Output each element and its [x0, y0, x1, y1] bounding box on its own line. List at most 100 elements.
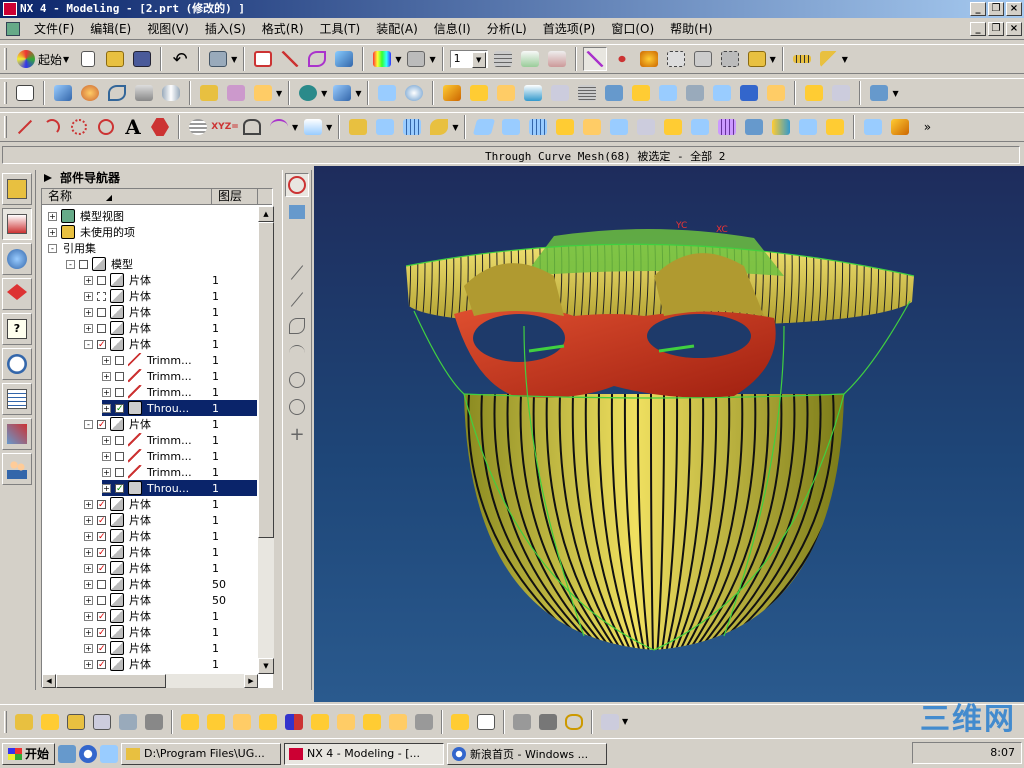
tree-row[interactable]: + ✓ 片体 1 — [84, 496, 257, 512]
wcs-dynamic-button[interactable] — [582, 47, 607, 71]
mate-conditions-button[interactable] — [204, 710, 228, 734]
tree-row[interactable]: + 片体 1 — [84, 320, 257, 336]
replace-component-button[interactable] — [116, 710, 140, 734]
visibility-checkbox[interactable] — [115, 435, 124, 445]
add-component-button[interactable] — [12, 710, 36, 734]
visibility-checkbox[interactable]: ✓ — [97, 659, 106, 669]
doc-minimize-button[interactable]: _ — [970, 22, 986, 36]
part-navigator-tab[interactable] — [2, 208, 32, 240]
interference-button[interactable] — [360, 710, 384, 734]
doc-close-button[interactable]: × — [1006, 22, 1022, 36]
expand-toggle[interactable]: + — [84, 579, 93, 589]
studio-surface-button[interactable] — [769, 115, 793, 139]
vt-crosshair-button[interactable]: + — [285, 422, 309, 446]
tree-row[interactable]: + ✓ 片体 1 — [84, 528, 257, 544]
make-displayed-part-button[interactable] — [474, 710, 498, 734]
visibility-checkbox[interactable] — [97, 579, 106, 589]
tree-row[interactable]: + Trimm... 1 — [102, 432, 257, 448]
menu-edit[interactable]: 编辑(E) — [82, 19, 139, 40]
tree-row[interactable]: + ✓ Throu... 1 — [102, 480, 257, 496]
expand-toggle[interactable]: + — [102, 467, 111, 477]
tree-row[interactable]: + ✓ Throu... 1 — [102, 400, 257, 416]
expand-toggle[interactable]: + — [84, 659, 93, 669]
visibility-checkbox[interactable] — [97, 595, 106, 605]
thicken-button[interactable] — [764, 81, 788, 105]
expand-toggle[interactable]: + — [48, 211, 57, 221]
quicklaunch-ie[interactable] — [79, 744, 98, 763]
visibility-checkbox[interactable] — [115, 467, 124, 477]
expand-toggle[interactable]: + — [48, 227, 57, 237]
scroll-up-button[interactable]: ▲ — [258, 206, 274, 222]
open-file-button[interactable] — [103, 47, 127, 71]
expand-toggle[interactable]: + — [84, 595, 93, 605]
line-button[interactable] — [13, 115, 37, 139]
extract-button[interactable] — [802, 81, 826, 105]
tree-row[interactable]: + 片体 1 — [84, 304, 257, 320]
vt-circle-center-button[interactable] — [285, 368, 309, 392]
sweep-along-guide-button[interactable] — [796, 115, 820, 139]
visibility-checkbox[interactable] — [97, 275, 106, 285]
instance-button[interactable] — [602, 81, 626, 105]
revolve-button[interactable] — [78, 81, 102, 105]
swept-button[interactable] — [427, 115, 451, 139]
expand-toggle[interactable]: + — [84, 531, 93, 541]
sew-button[interactable] — [737, 81, 761, 105]
shading-button[interactable] — [370, 47, 394, 71]
trimmed-sheet-button[interactable] — [688, 115, 712, 139]
task-nx[interactable]: NX 4 - Modeling - [... — [284, 742, 445, 765]
visibility-checkbox[interactable]: ✓ — [97, 499, 106, 509]
expand-toggle[interactable]: + — [84, 643, 93, 653]
visibility-checkbox[interactable]: ✓ — [115, 403, 124, 413]
toolbar-grip[interactable] — [4, 116, 7, 138]
tree-row[interactable]: + 片体 50 — [84, 592, 257, 608]
draft-button[interactable] — [521, 81, 545, 105]
make-work-part-button[interactable] — [448, 710, 472, 734]
new-file-button[interactable] — [76, 47, 100, 71]
menu-analysis[interactable]: 分析(L) — [479, 19, 535, 40]
minimize-button[interactable]: _ — [970, 2, 986, 16]
visibility-checkbox[interactable]: ✓ — [97, 547, 106, 557]
toolbar-grip[interactable] — [4, 48, 7, 70]
expand-toggle[interactable]: + — [84, 499, 93, 509]
shell-button[interactable] — [375, 81, 399, 105]
expand-toggle[interactable]: - — [66, 259, 75, 269]
doc-restore-button[interactable]: ❐ — [988, 22, 1004, 36]
section-surface-button[interactable] — [526, 115, 550, 139]
web-browser-tab[interactable] — [2, 243, 32, 275]
menu-assembly[interactable]: 装配(A) — [368, 19, 426, 40]
large-surface-button[interactable] — [634, 115, 658, 139]
tree-row[interactable]: + 片体 50 — [84, 576, 257, 592]
visibility-checkbox[interactable]: ✓ — [97, 563, 106, 573]
tree-row[interactable]: + ✓ 片体 1 — [84, 544, 257, 560]
helix-button[interactable] — [186, 115, 210, 139]
cylinder-button[interactable] — [159, 81, 183, 105]
expand-toggle[interactable]: + — [102, 483, 111, 493]
curve-button[interactable] — [305, 47, 329, 71]
visibility-checkbox[interactable] — [97, 323, 106, 333]
block-button[interactable] — [330, 81, 354, 105]
expand-toggle[interactable]: + — [84, 307, 93, 317]
expand-toggle[interactable]: - — [48, 243, 57, 253]
vt-spline-button[interactable] — [285, 314, 309, 338]
offset-surface-button[interactable] — [661, 115, 685, 139]
component-filter-button[interactable] — [510, 710, 534, 734]
visibility-checkbox[interactable] — [115, 355, 124, 365]
sweep-button[interactable] — [105, 81, 129, 105]
visibility-checkbox[interactable] — [97, 291, 106, 301]
tree-row[interactable]: + Trimm... 1 — [102, 384, 257, 400]
menu-info[interactable]: 信息(I) — [426, 19, 479, 40]
create-component-button[interactable] — [38, 710, 62, 734]
tree-row[interactable]: + ✓ 片体 1 — [84, 512, 257, 528]
expand-toggle[interactable]: + — [102, 371, 111, 381]
visibility-checkbox[interactable]: ✓ — [97, 611, 106, 621]
mate-button[interactable] — [178, 710, 202, 734]
expand-toggle[interactable]: - — [84, 339, 93, 349]
roles-tab[interactable] — [2, 453, 32, 485]
reference-set-button[interactable] — [536, 710, 560, 734]
graphics-viewport[interactable]: YC XC — [314, 166, 1024, 702]
vt-line-point-button[interactable] — [285, 287, 309, 311]
vt-circle-button[interactable] — [285, 395, 309, 419]
menu-insert[interactable]: 插入(S) — [197, 19, 254, 40]
edge-blend-button[interactable] — [440, 81, 464, 105]
restore-button[interactable]: ❐ — [988, 2, 1004, 16]
